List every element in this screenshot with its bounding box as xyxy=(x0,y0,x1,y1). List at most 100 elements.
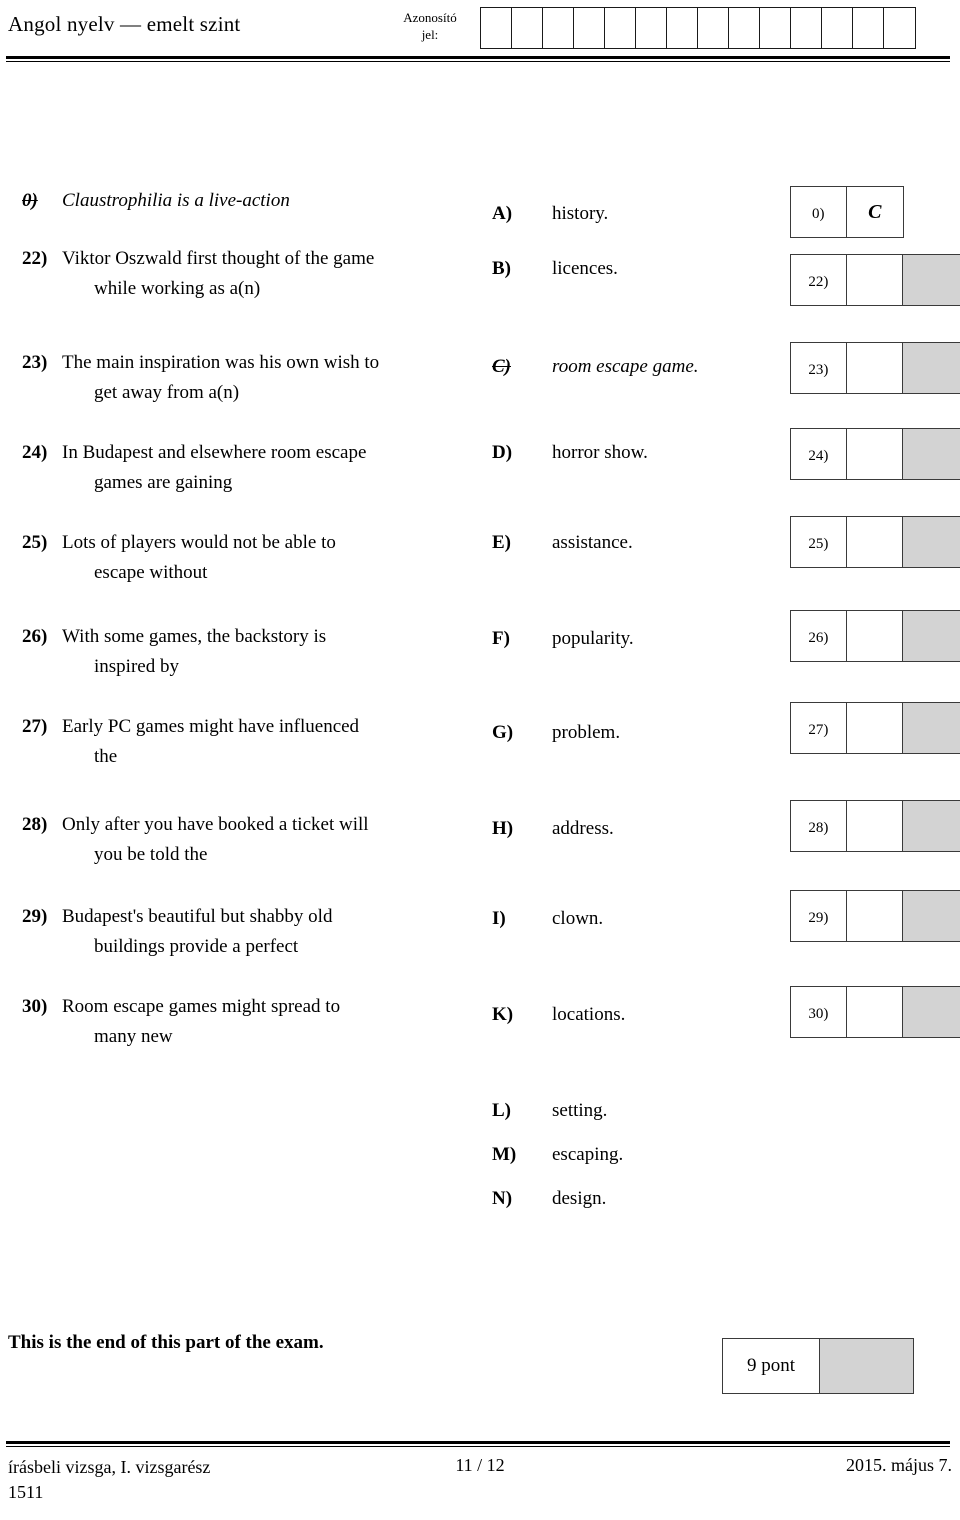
identifier-label-line1: Azonosító xyxy=(403,10,457,25)
option-letter: B) xyxy=(492,258,511,279)
answer-box-input[interactable] xyxy=(847,891,904,941)
answer-box-number: 22) xyxy=(791,255,847,305)
answer-box-score-cell[interactable] xyxy=(903,343,960,393)
answer-option: N) design. xyxy=(492,1186,742,1212)
answer-box-input[interactable] xyxy=(847,703,904,753)
answer-box-row: 28) xyxy=(790,800,960,852)
answer-option: M) escaping. xyxy=(492,1142,742,1168)
answer-box-input[interactable] xyxy=(847,801,904,851)
answer-option: E) assistance. xyxy=(492,530,742,556)
answer-box-input[interactable]: C xyxy=(847,187,903,237)
answer-box-number: 24) xyxy=(791,429,847,479)
answer-box-input[interactable] xyxy=(847,429,904,479)
option-text: locations. xyxy=(552,1004,626,1025)
answer-option: A) history. xyxy=(492,201,742,227)
question-stem: 27) Early PC games might have influenced t… xyxy=(22,712,472,772)
question-text-line1: Early PC games might have influenced xyxy=(62,716,360,737)
question-text-line1: Room escape games might spread to xyxy=(62,996,341,1017)
question-number: 26) xyxy=(22,626,48,647)
answer-box-input[interactable] xyxy=(847,343,904,393)
question-stem: 29) Budapest's beautiful but shabby old bu… xyxy=(22,902,472,962)
option-text: popularity. xyxy=(552,628,634,649)
option-text: setting. xyxy=(552,1100,608,1121)
answer-box-number: 27) xyxy=(791,703,847,753)
answer-box-score-cell[interactable] xyxy=(903,703,960,753)
answer-box-score-cell[interactable] xyxy=(903,891,960,941)
identifier-cell[interactable] xyxy=(512,8,543,48)
answer-box-number: 25) xyxy=(791,517,847,567)
answer-box-input[interactable] xyxy=(847,255,904,305)
answer-box-score-cell[interactable] xyxy=(903,611,960,661)
answer-option: L) setting. xyxy=(492,1098,742,1124)
identifier-cell[interactable] xyxy=(760,8,791,48)
answer-box-number: 26) xyxy=(791,611,847,661)
answer-option: H) address. xyxy=(492,816,742,842)
identifier-input-grid[interactable] xyxy=(480,7,916,49)
option-letter: N) xyxy=(492,1188,513,1209)
question-text-line1: Only after you have booked a ticket will xyxy=(62,814,369,835)
option-letter: E) xyxy=(492,532,511,553)
answer-box-score-cell[interactable] xyxy=(903,801,960,851)
identifier-cell[interactable] xyxy=(636,8,667,48)
question-stem: 24) In Budapest and elsewhere room escape… xyxy=(22,438,472,498)
option-text: room escape game. xyxy=(552,356,699,377)
exam-header: Angol nyelv — emelt szint Azonosító jel: xyxy=(0,0,960,52)
identifier-cell[interactable] xyxy=(822,8,853,48)
answer-box-number: 0) xyxy=(791,187,847,237)
identifier-cell[interactable] xyxy=(605,8,636,48)
identifier-cell[interactable] xyxy=(729,8,760,48)
identifier-cell[interactable] xyxy=(853,8,884,48)
identifier-label-line2: jel: xyxy=(421,27,439,42)
question-text-line1: In Budapest and elsewhere room escape xyxy=(62,442,367,463)
answer-box-score-cell[interactable] xyxy=(903,255,960,305)
question-number: 29) xyxy=(22,906,48,927)
identifier-cell[interactable] xyxy=(884,8,915,48)
option-letter: M) xyxy=(492,1144,517,1165)
identifier-cell[interactable] xyxy=(481,8,512,48)
footer-exam-code: 1511 xyxy=(8,1482,44,1502)
answer-box-row: 25) xyxy=(790,516,960,568)
option-letter: A) xyxy=(492,203,513,224)
answer-box-score-cell[interactable] xyxy=(903,987,960,1037)
identifier-cell[interactable] xyxy=(574,8,605,48)
exam-title: Angol nyelv — emelt szint xyxy=(8,12,241,36)
question-text-line2: you be told the xyxy=(94,844,208,865)
answer-box-row: 30) xyxy=(790,986,960,1038)
answer-option: I) clown. xyxy=(492,906,742,932)
identifier-cell[interactable] xyxy=(698,8,729,48)
question-number: 25) xyxy=(22,532,48,553)
question-number: 23) xyxy=(22,352,48,373)
option-text: assistance. xyxy=(552,532,633,553)
option-letter: D) xyxy=(492,442,513,463)
answer-box-row: 0) C xyxy=(790,186,904,238)
answer-box-row: 24) xyxy=(790,428,960,480)
answer-box-input[interactable] xyxy=(847,611,904,661)
footer-page-number: 11 / 12 xyxy=(455,1455,505,1475)
option-text: problem. xyxy=(552,722,621,743)
answer-box-number: 30) xyxy=(791,987,847,1037)
question-text-line1: Claustrophilia is a live-action xyxy=(62,190,290,211)
identifier-cell[interactable] xyxy=(791,8,822,48)
question-text-line1: Budapest's beautiful but shabby old xyxy=(62,906,333,927)
identifier-cell[interactable] xyxy=(543,8,574,48)
answer-option: D) horror show. xyxy=(492,440,742,466)
header-divider xyxy=(6,56,950,62)
answer-box-number: 29) xyxy=(791,891,847,941)
identifier-cell[interactable] xyxy=(667,8,698,48)
question-number: 22) xyxy=(22,248,48,269)
answer-option: K) locations. xyxy=(492,1002,742,1028)
answer-box-input[interactable] xyxy=(847,517,904,567)
option-text: licences. xyxy=(552,258,618,279)
answer-box-score-cell[interactable] xyxy=(903,429,960,479)
answer-box-input[interactable] xyxy=(847,987,904,1037)
question-text-line2: while working as a(n) xyxy=(94,278,261,299)
question-number: 24) xyxy=(22,442,48,463)
option-letter: C) xyxy=(492,356,511,377)
points-score-cell[interactable] xyxy=(820,1339,913,1393)
identifier-label: Azonosító jel: xyxy=(392,9,468,43)
question-text-line2: many new xyxy=(94,1026,173,1047)
question-stem: 23) The main inspiration was his own wish… xyxy=(22,348,472,408)
footer-divider xyxy=(6,1441,950,1447)
question-text-line1: Lots of players would not be able to xyxy=(62,532,336,553)
answer-box-score-cell[interactable] xyxy=(903,517,960,567)
